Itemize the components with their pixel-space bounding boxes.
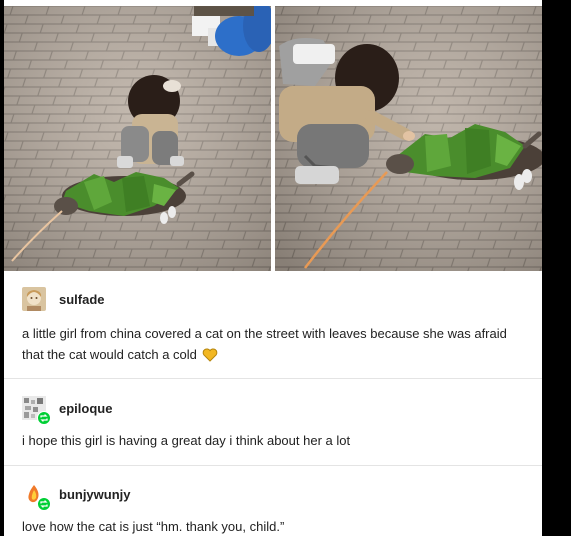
reply-header: sulfade xyxy=(22,287,105,311)
yellow-heart-icon xyxy=(202,347,218,368)
reply-header: bunjywunjy xyxy=(22,482,131,511)
username[interactable]: epiloque xyxy=(59,401,112,416)
reblog-badge-icon xyxy=(37,411,51,425)
divider xyxy=(4,378,542,379)
reply-text-content: a little girl from china covered a cat o… xyxy=(22,326,507,362)
username[interactable]: bunjywunjy xyxy=(59,487,131,502)
reply-header: epiloque xyxy=(22,396,112,425)
reblog-badge-icon xyxy=(37,497,51,511)
photo-set xyxy=(4,6,542,271)
reply-item: sulfade a little girl from china covered… xyxy=(4,271,542,379)
avatar-bunjywunjy[interactable] xyxy=(22,482,51,511)
reply-text: love how the cat is just “hm. thank you,… xyxy=(22,519,285,534)
reply-item: bunjywunjy love how the cat is just “hm.… xyxy=(4,466,542,536)
reply-text: i hope this girl is having a great day i… xyxy=(22,433,351,448)
photo-left[interactable] xyxy=(4,6,271,271)
avatar-sulfade[interactable] xyxy=(22,287,46,311)
avatar-epiloque[interactable] xyxy=(22,396,51,425)
tumblr-post: sulfade a little girl from china covered… xyxy=(4,0,542,536)
reply-item: epiloque i hope this girl is having a gr… xyxy=(4,380,542,466)
username[interactable]: sulfade xyxy=(59,292,105,307)
photo-right[interactable] xyxy=(275,6,542,271)
reply-text: a little girl from china covered a cat o… xyxy=(22,323,522,368)
